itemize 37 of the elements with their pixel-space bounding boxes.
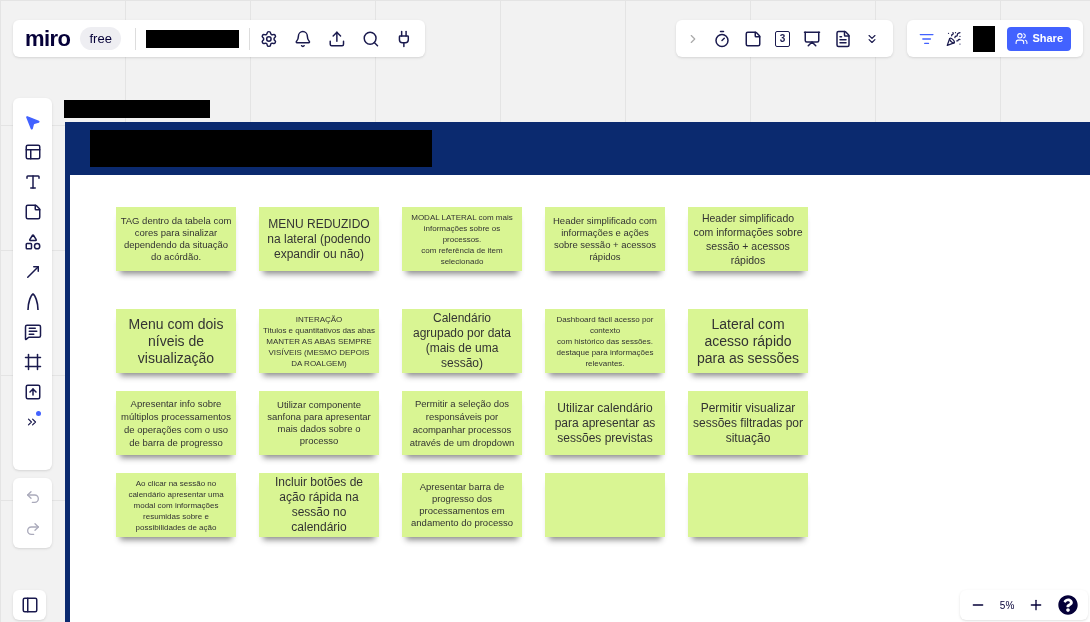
sticky-note[interactable]: MODAL LATERAL com mais informações sobre os processos. com referência de item selecionado	[402, 207, 522, 271]
sticky-note[interactable]: Calendário agrupado por data (mais de uma sessão)	[402, 309, 522, 373]
sticky-note-text: Apresentar info sobre múltiplos processamentos de operações com o uso de barra de progresso	[120, 397, 232, 449]
sticky-note[interactable]: Header simplificado com informações e ações sobre sessão + acessos rápidos	[545, 207, 665, 271]
sticky-note[interactable]: Permitir a seleção dos responsáveis por acompanhar processos através de um dropdown	[402, 391, 522, 455]
sticky-note-text: MENU REDUZIDO na lateral (podendo expandir ou não)	[266, 216, 372, 262]
sticky-note-text: Dashboard fácil acesso por contexto com histórico das sessões. destaque para informações relevantes.	[555, 313, 655, 369]
sticky-note[interactable]: TAG dentro da tabela com cores para sinalizar dependendo da situação do acórdão.	[116, 207, 236, 271]
zoom-level[interactable]: 5%	[999, 597, 1015, 613]
sticky-note[interactable]: Dashboard fácil acesso por contexto com histórico das sessões. destaque para informações relevantes.	[545, 309, 665, 373]
sticky-note-text: Utilizar calendário para apresentar as sessões previstas	[553, 400, 657, 446]
sticky-note[interactable]: Apresentar info sobre múltiplos processamentos de operações com o uso de barra de progresso	[116, 391, 236, 455]
sticky-note-text: Utilizar componente sanfona para apresentar mais dados sobre o processo	[266, 399, 372, 447]
sticky-note-text: Permitir a seleção dos responsáveis por acompanhar processos através de um dropdown	[408, 397, 516, 449]
sticky-note-text: Header simplificado com informações e ações sobre sessão + acessos rápidos	[552, 215, 658, 263]
logo[interactable]: miro	[25, 27, 71, 50]
sticky-note-text: TAG dentro da tabela com cores para sinalizar dependendo da situação do acórdão.	[120, 215, 232, 263]
sticky-note-text: Menu com dois níveis de visualização	[127, 315, 225, 367]
sticky-note[interactable]: Apresentar barra de progresso dos processamentos em andamento do processo	[402, 473, 522, 537]
sticky-note-text: Permitir visualizar sessões filtradas por situação	[692, 400, 804, 446]
sticky-note[interactable]: Incluir botões de ação rápida na sessão no calendário	[259, 473, 379, 537]
sticky-note[interactable]: MENU REDUZIDO na lateral (podendo expandir ou não)	[259, 207, 379, 271]
sticky-note[interactable]: Lateral com acesso rápido para as sessões	[688, 309, 808, 373]
sticky-note[interactable]: Menu com dois níveis de visualização	[116, 309, 236, 373]
sticky-note[interactable]: Ao clicar na sessão no calendário apresentar uma modal com informações resumidas sobre e possibilidades de ação	[116, 473, 236, 537]
sticky-note[interactable]: Permitir visualizar sessões filtradas por situação	[688, 391, 808, 455]
sticky-note-text: Lateral com acesso rápido para as sessões	[696, 315, 800, 367]
sticky-note-text: MODAL LATERAL com mais informações sobre os processos. com referência de item selecionado	[410, 211, 514, 267]
sticky-note[interactable]: Utilizar componente sanfona para apresentar mais dados sobre o processo	[259, 391, 379, 455]
countdown-icon[interactable]: 3	[775, 30, 790, 47]
sticky-note-text: Ao clicar na sessão no calendário apresentar uma modal com informações resumidas sobre e possibilidades de ação	[127, 477, 225, 533]
sticky-note-text: Apresentar barra de progresso dos processamentos em andamento do processo	[410, 481, 514, 529]
plan-badge[interactable]: free	[80, 26, 121, 51]
share-button[interactable]: Share	[1007, 26, 1071, 51]
sticky-note[interactable]: Utilizar calendário para apresentar as sessões previstas	[545, 391, 665, 455]
sticky-note-text: Incluir botões de ação rápida na sessão no calendário	[273, 475, 365, 535]
sticky-note-text: Calendário agrupado por data (mais de uma sessão)	[411, 311, 513, 371]
